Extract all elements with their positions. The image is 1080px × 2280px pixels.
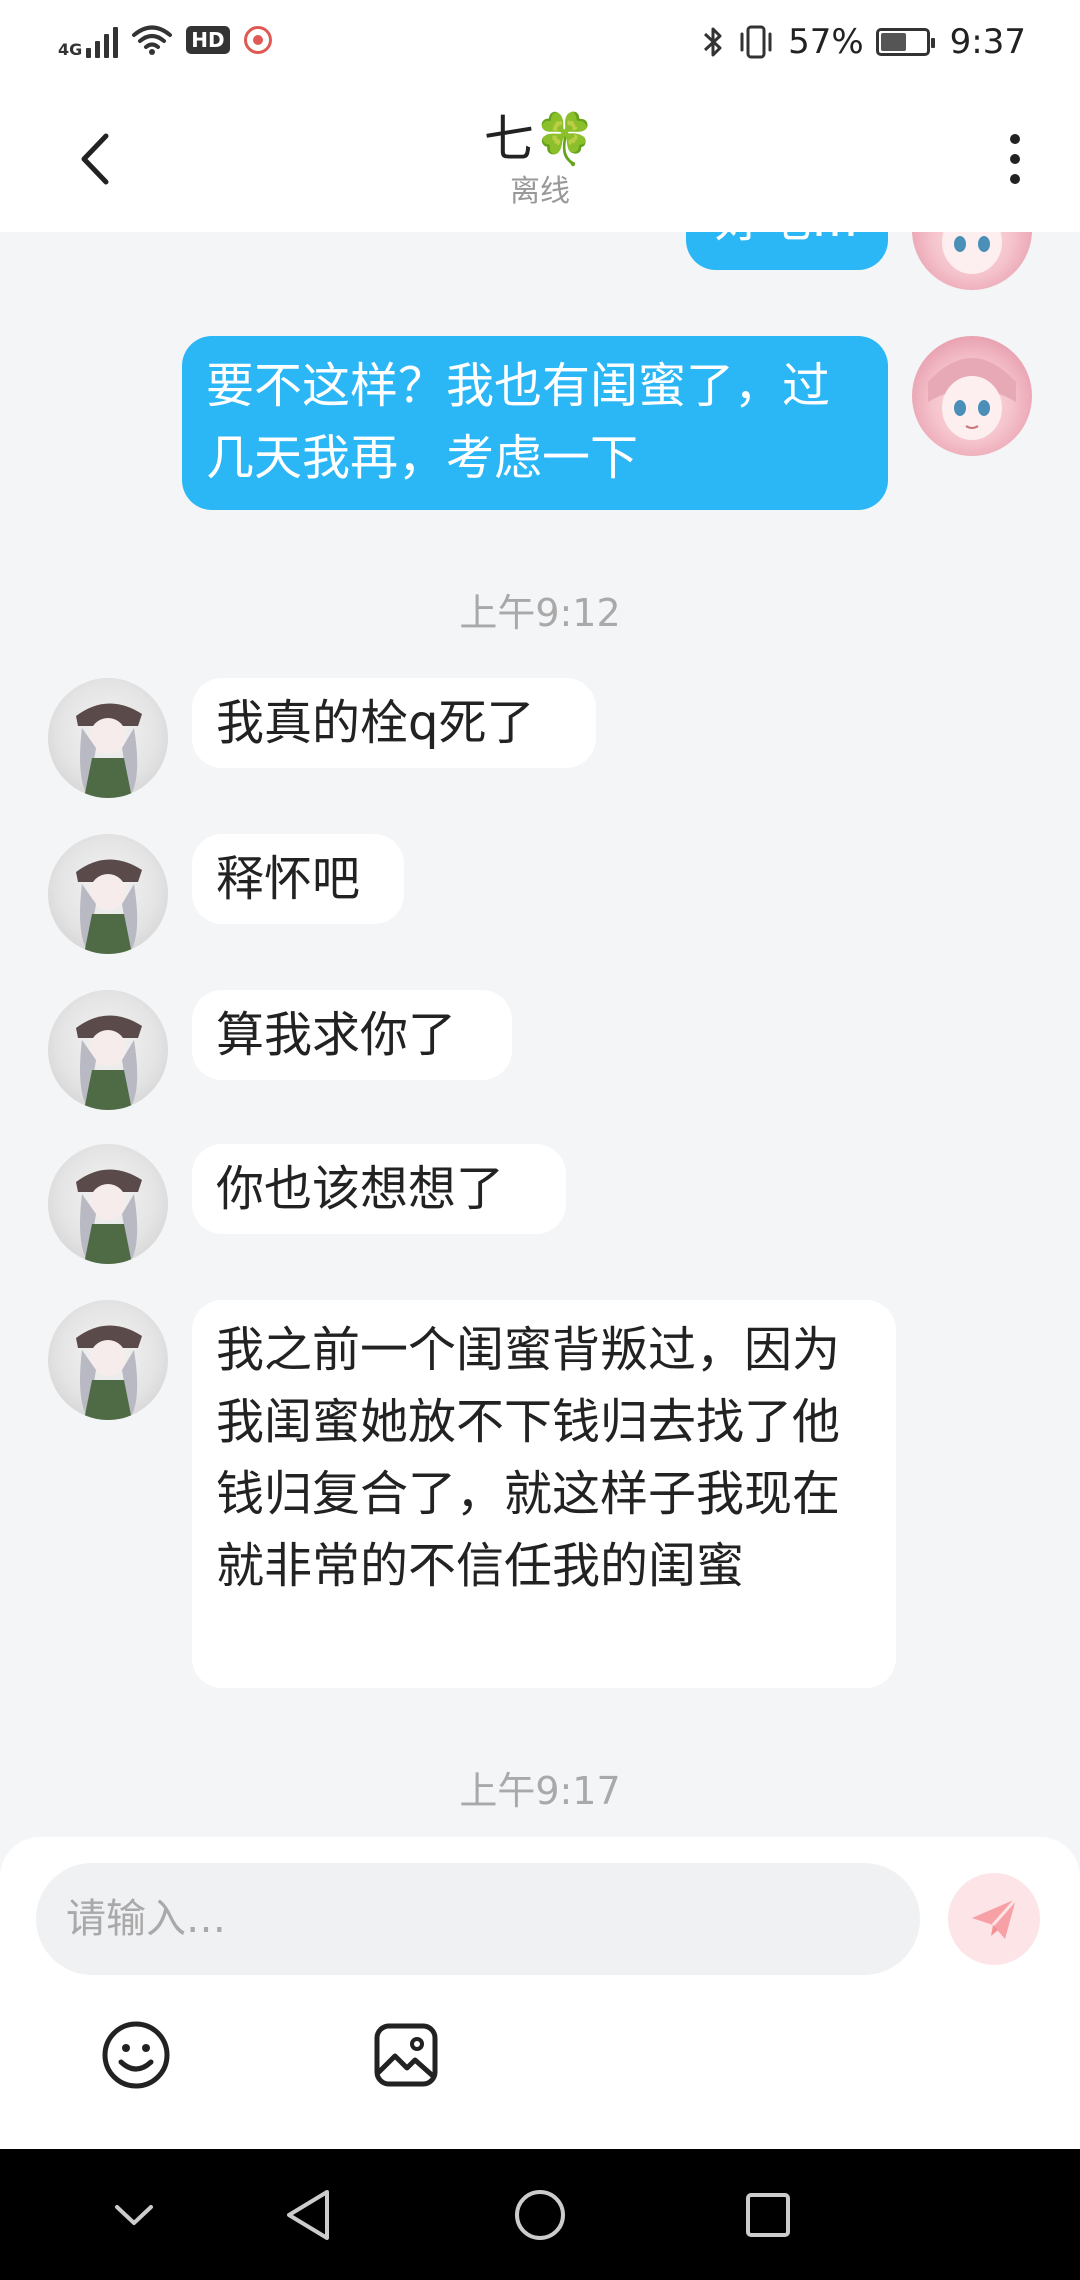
battery-icon	[875, 28, 935, 56]
send-icon	[972, 1898, 1018, 1939]
avatar-image	[76, 703, 142, 798]
message-bubble-incoming[interactable]: 你也该想想了	[192, 1144, 566, 1234]
bluetooth-icon	[704, 27, 722, 57]
network-type: 4G	[58, 40, 83, 59]
message-list[interactable]: 好吧… 要不这样？我也有闺蜜了，过几天我再，考虑一下 上午9:12	[0, 232, 1080, 1837]
avatar-image	[76, 859, 142, 954]
message-bubble-incoming[interactable]: 我之前一个闺蜜背叛过，因为我闺蜜她放不下钱归去找了他钱归复合了，就这样子我现在就…	[192, 1300, 896, 1688]
header-center: 七🍀 离线	[0, 108, 1080, 210]
contact-avatar[interactable]	[48, 1300, 168, 1420]
hd-icon: HD	[186, 26, 230, 54]
message-bubble-outgoing[interactable]: 要不这样？我也有闺蜜了，过几天我再，考虑一下	[182, 336, 888, 510]
recording-icon	[243, 26, 272, 54]
nav-home-button[interactable]	[502, 2177, 578, 2253]
nav-recents-button[interactable]	[730, 2177, 806, 2253]
message-bubble-incoming[interactable]: 释怀吧	[192, 834, 404, 924]
clock: 9:37	[949, 22, 1026, 62]
chevron-down-icon	[115, 2205, 153, 2225]
message-timestamp: 上午9:12	[459, 591, 621, 635]
battery-fill	[880, 33, 906, 51]
message-bubble-incoming[interactable]: 算我求你了	[192, 990, 512, 1080]
message-bubble-outgoing[interactable]: 好吧…	[686, 232, 888, 270]
input-panel	[0, 1837, 1080, 2149]
message-timestamp: 上午9:17	[459, 1769, 621, 1813]
image-button[interactable]	[366, 2015, 446, 2095]
status-bar: 4G HD 57% 9:37	[0, 0, 1080, 90]
circle-home-icon	[515, 2190, 565, 2240]
more-dot-icon	[1010, 174, 1020, 184]
status-right: 57% 9:37	[702, 22, 1026, 62]
emoji-icon	[102, 2021, 170, 2089]
more-dot-icon	[1010, 134, 1020, 144]
more-dot-icon	[1010, 154, 1020, 164]
wifi-icon	[132, 25, 173, 55]
avatar-image	[76, 1325, 142, 1420]
contact-status: 离线	[510, 174, 570, 209]
contact-avatar[interactable]	[48, 834, 168, 954]
avatar-image	[928, 358, 1016, 440]
vibrate-icon	[740, 25, 772, 59]
avatar-image	[76, 1015, 142, 1110]
contact-avatar[interactable]	[48, 1144, 168, 1264]
message-input[interactable]	[36, 1863, 920, 1975]
more-options-button[interactable]	[990, 124, 1040, 194]
self-avatar[interactable]	[912, 336, 1032, 456]
system-navigation-bar	[0, 2149, 1080, 2280]
contact-avatar[interactable]	[48, 990, 168, 1110]
contact-avatar[interactable]	[48, 678, 168, 798]
signal-icon: 4G	[58, 22, 119, 59]
image-icon	[374, 2023, 438, 2087]
nav-back-button[interactable]	[270, 2177, 346, 2253]
emoji-button[interactable]	[96, 2015, 176, 2095]
battery-percent: 57%	[788, 22, 864, 62]
avatar-image	[76, 1169, 142, 1264]
hide-keyboard-button[interactable]	[96, 2177, 172, 2253]
contact-name: 七🍀	[483, 110, 597, 168]
square-recents-icon	[746, 2193, 790, 2237]
message-bubble-incoming[interactable]: 我真的栓q死了	[192, 678, 596, 768]
chat-header: 七🍀 离线	[0, 90, 1080, 232]
chat-screen: 4G HD 57% 9:37 七🍀 离线 要不这样？我也有闺蜜了，过几天我再，考…	[0, 0, 1080, 2280]
triangle-back-icon	[287, 2190, 329, 2240]
avatar-image	[942, 232, 1002, 274]
self-avatar[interactable]	[912, 232, 1032, 290]
send-button[interactable]	[948, 1873, 1040, 1965]
status-left: 4G HD	[58, 22, 272, 58]
